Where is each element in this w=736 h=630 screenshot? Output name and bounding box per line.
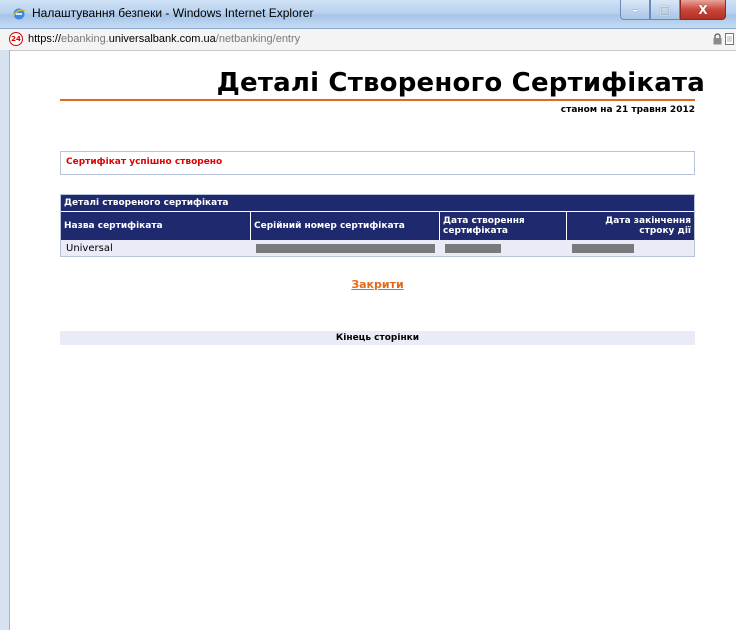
cell-created-date xyxy=(440,240,567,256)
column-header-name: Назва сертифіката xyxy=(61,212,251,240)
success-message-box: Сертифікат успішно створено xyxy=(60,151,695,175)
address-bar: 24 https://ebanking.universalbank.com.ua… xyxy=(0,29,736,51)
page-end-label: Кінець сторінки xyxy=(60,331,695,345)
table-caption: Деталі створеного сертифіката xyxy=(61,195,694,211)
redacted-serial-number xyxy=(256,243,435,253)
lock-icon[interactable] xyxy=(713,33,722,45)
internet-explorer-icon xyxy=(12,8,26,20)
column-header-created: Дата створення сертифіката xyxy=(440,212,567,240)
url-domain: universalbank.com.ua xyxy=(108,33,216,45)
window-controls: – □ X xyxy=(620,0,726,20)
cell-serial-number xyxy=(251,240,440,256)
window-title: Налаштування безпеки - Windows Internet … xyxy=(32,6,314,20)
window-left-border xyxy=(0,50,10,630)
page-date: станом на 21 травня 2012 xyxy=(560,105,695,115)
minimize-icon: – xyxy=(632,2,638,17)
url-path: /netbanking/entry xyxy=(215,33,301,45)
close-window-button[interactable]: X xyxy=(680,0,726,20)
title-divider xyxy=(60,99,695,101)
page-icon[interactable] xyxy=(725,33,734,45)
close-icon: X xyxy=(698,2,708,17)
redacted-created-date xyxy=(445,243,501,253)
url-field[interactable]: https://ebanking.universalbank.com.ua/ne… xyxy=(28,33,300,45)
page-title: Деталі Створеного Сертифіката xyxy=(216,68,705,98)
success-message: Сертифікат успішно створено xyxy=(66,157,223,167)
table-row: Universal xyxy=(61,240,694,256)
table-header-row: Назва сертифіката Серійний номер сертифі… xyxy=(61,211,694,240)
close-link[interactable]: Закрити xyxy=(20,278,735,291)
column-header-expires: Дата закінчення строку дії xyxy=(605,216,691,236)
maximize-button[interactable]: □ xyxy=(650,0,680,20)
cell-expiry-date xyxy=(567,240,694,256)
url-protocol: https:// xyxy=(28,33,62,45)
cell-certificate-name: Universal xyxy=(66,242,113,254)
certificate-details-table: Деталі створеного сертифіката Назва серт… xyxy=(60,194,695,257)
page-content: Деталі Створеного Сертифіката станом на … xyxy=(10,51,736,630)
column-header-serial: Серійний номер сертифіката xyxy=(251,212,440,240)
redacted-expiry-date xyxy=(572,243,634,253)
maximize-icon: □ xyxy=(659,2,671,17)
url-subdomain: ebanking. xyxy=(61,33,109,45)
site-favicon: 24 xyxy=(9,32,23,46)
window-titlebar: Налаштування безпеки - Windows Internet … xyxy=(0,0,736,29)
minimize-button[interactable]: – xyxy=(620,0,650,20)
